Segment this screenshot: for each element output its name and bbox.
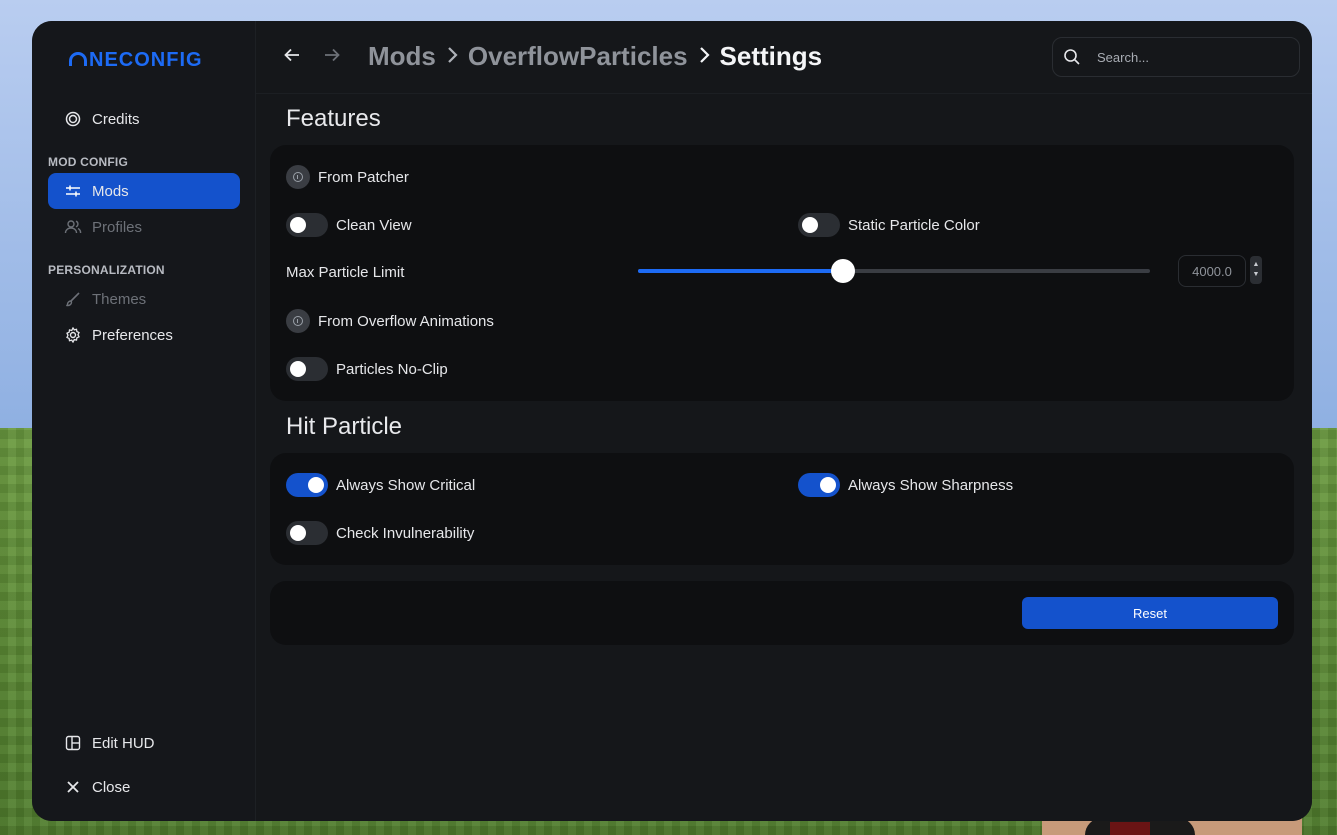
always-show-critical-option: Always Show Critical (286, 473, 475, 497)
close-icon (64, 778, 82, 796)
info-icon (286, 309, 310, 333)
always-show-critical-toggle[interactable] (286, 473, 328, 497)
from-patcher-label: From Patcher (318, 168, 409, 186)
particles-no-clip-option: Particles No-Clip (286, 357, 448, 381)
arrow-right-icon (325, 48, 340, 62)
sidebar-item-label: Profiles (92, 218, 143, 236)
sliders-icon (64, 182, 82, 200)
number-stepper[interactable]: ▲ ▼ (1250, 256, 1262, 284)
sidebar-item-profiles[interactable]: Profiles (48, 209, 240, 245)
sidebar-item-close[interactable]: Close (48, 769, 240, 805)
chevron-up-icon[interactable]: ▲ (1253, 260, 1260, 270)
search-box[interactable] (1052, 37, 1300, 77)
sidebar-item-label: Themes (92, 290, 147, 308)
slider-fill (638, 269, 843, 273)
sidebar-item-label: Mods (92, 182, 129, 200)
static-particle-color-label: Static Particle Color (848, 216, 980, 234)
sidebar-item-edit-hud[interactable]: Edit HUD (48, 725, 240, 761)
static-particle-color-toggle[interactable] (798, 213, 840, 237)
breadcrumb-mods[interactable]: Mods (368, 41, 436, 72)
always-show-critical-label: Always Show Critical (336, 476, 476, 494)
always-show-sharpness-option: Always Show Sharpness (798, 473, 1013, 497)
logo-mark-icon (69, 51, 87, 66)
sidebar: NECONFIG Credits MOD CONFIG Mods Profile… (32, 21, 256, 821)
users-icon (64, 218, 82, 236)
sidebar-item-mods[interactable]: Mods (48, 173, 240, 209)
sidebar-item-label: Preferences (92, 326, 173, 344)
particles-no-clip-label: Particles No-Clip (336, 360, 448, 378)
sidebar-item-credits[interactable]: Credits (48, 101, 240, 137)
clean-view-label: Clean View (336, 216, 412, 234)
gear-icon (64, 326, 82, 344)
always-show-sharpness-label: Always Show Sharpness (848, 476, 1014, 494)
check-invulnerability-label: Check Invulnerability (336, 524, 475, 542)
particles-no-clip-toggle[interactable] (286, 357, 328, 381)
logo-text: NECONFIG (89, 49, 203, 71)
always-show-sharpness-toggle[interactable] (798, 473, 840, 497)
main-content: Mods OverflowParticles Settings Features (256, 21, 1312, 821)
hit-particle-card: Always Show Critical Always Show Sharpne… (270, 453, 1294, 565)
footer-card: Reset (270, 581, 1294, 645)
section-title-hit-particle: Hit Particle (286, 413, 403, 440)
info-icon (286, 165, 310, 189)
sidebar-item-preferences[interactable]: Preferences (48, 317, 240, 353)
max-particle-limit-label: Max Particle Limit (286, 264, 405, 281)
clean-view-toggle[interactable] (286, 213, 328, 237)
search-icon (1063, 48, 1081, 66)
header-bar: Mods OverflowParticles Settings (256, 21, 1312, 94)
static-particle-color-option: Static Particle Color (798, 213, 980, 237)
chevron-right-icon (446, 43, 458, 71)
from-overflow-animations-label: From Overflow Animations (318, 312, 494, 330)
back-button[interactable] (280, 45, 304, 69)
oneconfig-logo: NECONFIG (69, 49, 203, 72)
section-title-features: Features (286, 105, 381, 132)
clean-view-option: Clean View (286, 213, 412, 237)
check-invulnerability-toggle[interactable] (286, 521, 328, 545)
from-overflow-animations-note: From Overflow Animations (286, 309, 494, 333)
reset-button[interactable]: Reset (1022, 597, 1278, 629)
section-heading-personalization: PERSONALIZATION (48, 263, 165, 277)
background-player-tie (1110, 822, 1150, 835)
breadcrumb: Mods OverflowParticles Settings (368, 41, 822, 72)
slider-thumb[interactable] (830, 259, 855, 283)
section-heading-mod-config: MOD CONFIG (48, 155, 128, 169)
features-card: From Patcher Clean View Static Particle … (270, 145, 1294, 401)
credits-icon (64, 110, 82, 128)
check-invulnerability-option: Check Invulnerability (286, 521, 474, 545)
from-patcher-note: From Patcher (286, 165, 409, 189)
breadcrumb-mod[interactable]: OverflowParticles (468, 41, 688, 72)
chevron-down-icon[interactable]: ▼ (1253, 270, 1260, 280)
max-particle-limit-slider[interactable] (638, 259, 1150, 283)
search-input[interactable] (1095, 48, 1279, 66)
sidebar-item-themes[interactable]: Themes (48, 281, 240, 317)
brush-icon (64, 290, 82, 308)
forward-button[interactable] (320, 45, 344, 69)
chevron-right-icon (698, 43, 710, 71)
arrow-left-icon (284, 48, 299, 62)
oneconfig-window: NECONFIG Credits MOD CONFIG Mods Profile… (32, 21, 1312, 821)
max-particle-limit-value[interactable]: 4000.0 (1178, 255, 1246, 287)
breadcrumb-current: Settings (719, 41, 823, 71)
sidebar-item-label: Close (92, 778, 131, 796)
sidebar-item-label: Edit HUD (92, 734, 155, 752)
sidebar-item-label: Credits (92, 110, 140, 128)
layout-icon (64, 734, 82, 752)
